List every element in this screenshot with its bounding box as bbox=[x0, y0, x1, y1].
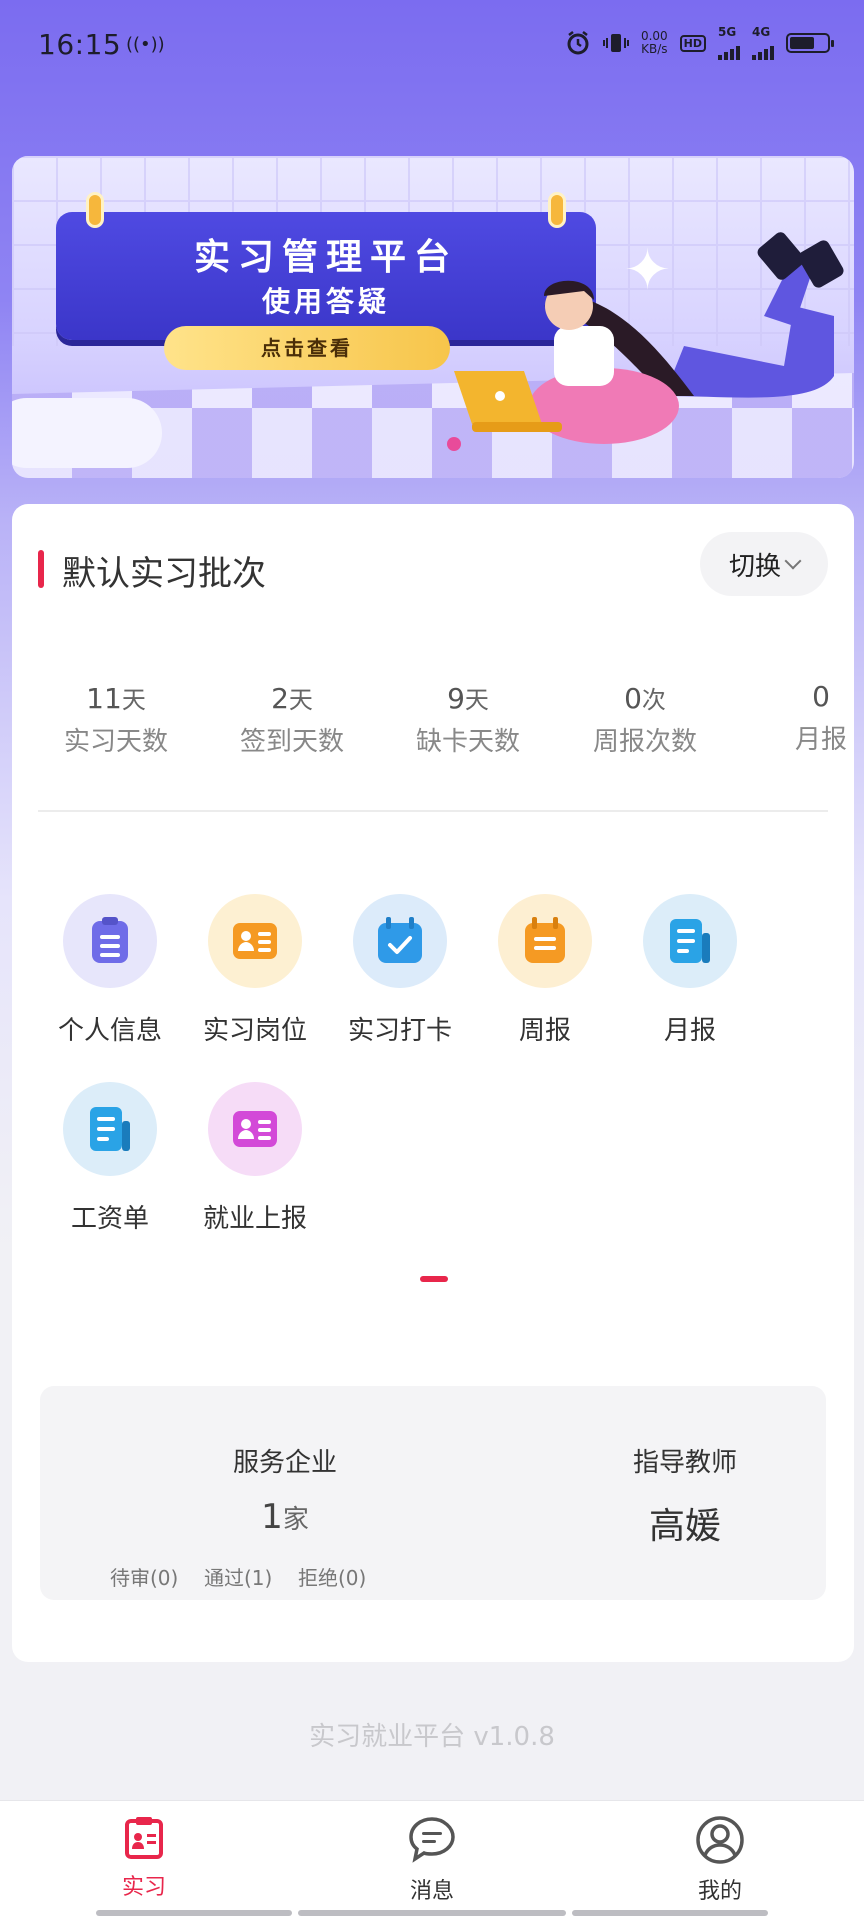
stat-unit: 天 bbox=[464, 686, 489, 714]
tab-messages[interactable]: 消息 bbox=[352, 1815, 512, 1905]
status-bar: 16:15 ((•)) 0.00 KB/s HD 5G 4G bbox=[0, 0, 864, 90]
tab-label: 消息 bbox=[409, 1879, 454, 1904]
vibrate-icon bbox=[602, 30, 629, 56]
stat-label: 月报 bbox=[794, 725, 847, 755]
alarm-icon bbox=[565, 30, 591, 56]
stat-label: 签到天数 bbox=[239, 727, 344, 757]
stat-value: 2 bbox=[271, 682, 289, 715]
stat-weekly-reports: 0次 周报次数 bbox=[555, 680, 735, 758]
status-icons: 0.00 KB/s HD 5G 4G bbox=[565, 26, 834, 60]
stat-signin-days: 2天 签到天数 bbox=[202, 680, 382, 758]
stat-monthly-reports: 0 月报 bbox=[731, 680, 854, 756]
divider bbox=[38, 810, 828, 812]
stat-unit: 天 bbox=[121, 686, 146, 714]
girl-illustration bbox=[447, 232, 844, 451]
signal-5g-label: 5G bbox=[718, 25, 737, 39]
banner-view-button[interactable]: 点击查看 bbox=[164, 326, 450, 370]
pin-icon bbox=[86, 192, 104, 228]
func-label: 实习打卡 bbox=[347, 1016, 452, 1046]
tab-label: 我的 bbox=[697, 1879, 742, 1904]
stat-internship-days: 11天 实习天数 bbox=[26, 680, 206, 758]
network-speed: 0.00 KB/s bbox=[641, 30, 668, 56]
stat-label: 实习天数 bbox=[63, 727, 168, 757]
title-accent-bar bbox=[38, 550, 44, 588]
stat-missed-days: 9天 缺卡天数 bbox=[378, 680, 558, 758]
internship-card: 默认实习批次 切换 11天 实习天数 2天 签到天数 9天 缺卡天数 0次 周报… bbox=[12, 504, 854, 1662]
func-label: 工资单 bbox=[70, 1204, 149, 1234]
service-pending[interactable]: 待审(0) bbox=[110, 1562, 178, 1591]
calendar-check-icon bbox=[353, 894, 447, 988]
message-icon bbox=[409, 1817, 455, 1863]
switch-batch-button[interactable]: 切换 bbox=[700, 532, 828, 596]
document-icon bbox=[63, 1082, 157, 1176]
stat-value: 11 bbox=[86, 682, 122, 715]
cloud-decoration bbox=[12, 398, 162, 468]
stat-unit: 次 bbox=[641, 686, 666, 714]
teacher-name: 高媛 bbox=[648, 1506, 721, 1547]
func-payslip[interactable]: 工资单 bbox=[35, 1082, 185, 1235]
status-time: 16:15 bbox=[38, 28, 122, 61]
app-version: 实习就业平台 v1.0.8 bbox=[309, 1722, 555, 1752]
func-label: 周报 bbox=[518, 1016, 571, 1046]
signal-bars-icon bbox=[718, 38, 740, 60]
tab-label: 实习 bbox=[121, 1875, 166, 1900]
signal-5g: 5G bbox=[718, 26, 740, 60]
func-label: 实习岗位 bbox=[202, 1016, 307, 1046]
chevron-down-icon bbox=[784, 552, 802, 570]
func-employment-report[interactable]: 就业上报 bbox=[180, 1082, 330, 1235]
service-approved[interactable]: 通过(1) bbox=[204, 1562, 272, 1591]
nfc-icon: ((•)) bbox=[126, 34, 165, 55]
nav-indicator bbox=[572, 1910, 768, 1916]
service-rejected[interactable]: 拒绝(0) bbox=[298, 1562, 366, 1591]
service-title: 服务企业 bbox=[232, 1448, 337, 1478]
service-unit: 家 bbox=[282, 1505, 309, 1535]
stat-unit: 天 bbox=[288, 686, 313, 714]
bottom-tab-bar: 实习 消息 我的 bbox=[0, 1800, 864, 1920]
signal-bars-icon bbox=[752, 38, 774, 60]
nav-indicator bbox=[96, 1910, 292, 1916]
service-info-box: 服务企业 1家 待审(0) 通过(1) 拒绝(0) 指导教师 高媛 bbox=[40, 1386, 826, 1600]
stats-row[interactable]: 11天 实习天数 2天 签到天数 9天 缺卡天数 0次 周报次数 0 月报 bbox=[12, 680, 854, 770]
id-card-icon bbox=[208, 894, 302, 988]
page-indicator bbox=[420, 1276, 448, 1282]
switch-batch-label: 切换 bbox=[728, 551, 781, 582]
report-icon bbox=[498, 894, 592, 988]
func-internship-position[interactable]: 实习岗位 bbox=[180, 894, 330, 1047]
service-count: 1 bbox=[261, 1497, 283, 1537]
clipboard-icon bbox=[63, 894, 157, 988]
profile-icon bbox=[696, 1816, 744, 1864]
func-label: 就业上报 bbox=[202, 1204, 307, 1234]
func-internship-checkin[interactable]: 实习打卡 bbox=[325, 894, 475, 1047]
stat-value: 0 bbox=[812, 680, 830, 713]
document-icon bbox=[643, 894, 737, 988]
signal-4g-label: 4G bbox=[752, 25, 771, 39]
stat-label: 缺卡天数 bbox=[415, 727, 520, 757]
internship-icon bbox=[125, 1817, 163, 1859]
network-speed-unit: KB/s bbox=[641, 42, 668, 56]
faq-banner[interactable]: 实习管理平台 使用答疑 点击查看 ✦ bbox=[12, 156, 854, 478]
stat-value: 9 bbox=[447, 682, 465, 715]
func-label: 个人信息 bbox=[57, 1016, 162, 1046]
stat-label: 周报次数 bbox=[592, 727, 697, 757]
func-personal-info[interactable]: 个人信息 bbox=[35, 894, 185, 1047]
func-weekly-report[interactable]: 周报 bbox=[470, 894, 620, 1047]
teacher-title: 指导教师 bbox=[632, 1448, 737, 1478]
nav-indicator bbox=[298, 1910, 566, 1916]
func-label: 月报 bbox=[663, 1016, 716, 1046]
id-card-icon bbox=[208, 1082, 302, 1176]
batch-title: 默认实习批次 bbox=[62, 554, 266, 594]
hd-badge: HD bbox=[679, 34, 706, 52]
tab-internship[interactable]: 实习 bbox=[64, 1815, 224, 1901]
service-enterprise[interactable]: 服务企业 1家 bbox=[210, 1442, 360, 1537]
guide-teacher[interactable]: 指导教师 高媛 bbox=[610, 1442, 760, 1549]
func-monthly-report[interactable]: 月报 bbox=[615, 894, 765, 1047]
stat-value: 0 bbox=[624, 682, 642, 715]
battery-icon bbox=[786, 33, 834, 53]
signal-4g: 4G bbox=[752, 26, 774, 60]
tab-mine[interactable]: 我的 bbox=[640, 1815, 800, 1905]
